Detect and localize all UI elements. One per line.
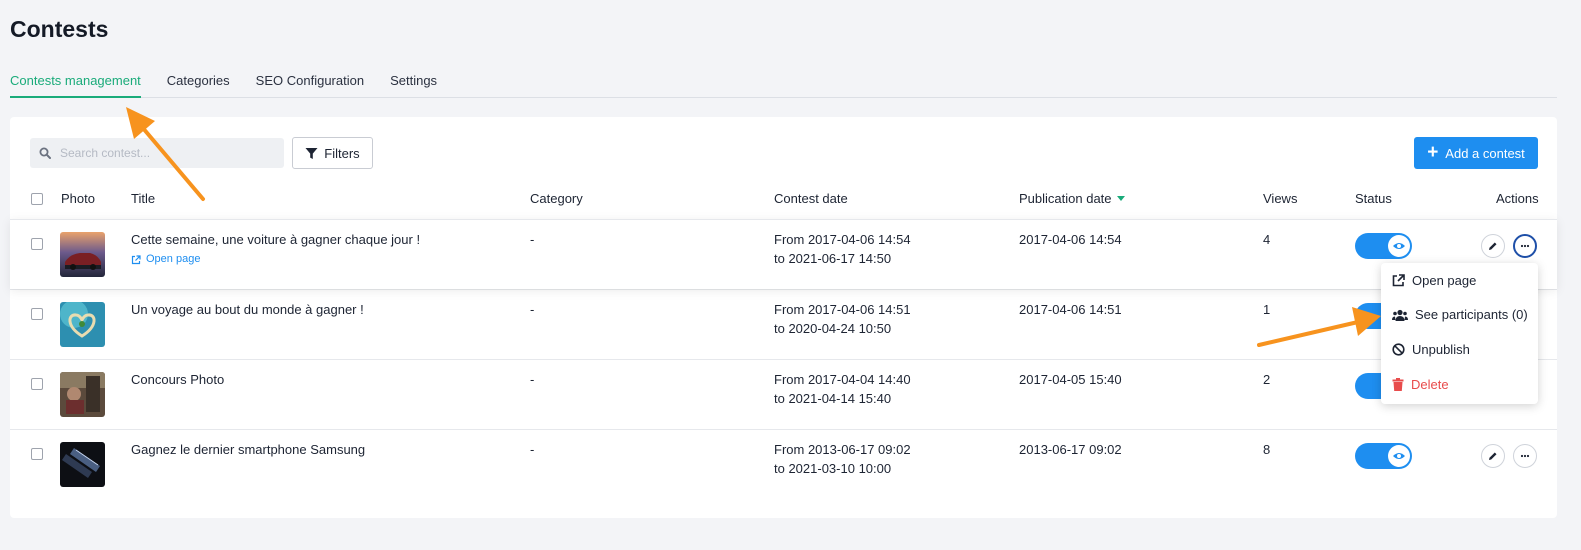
contest-date-to: to 2021-04-14 15:40 xyxy=(774,391,892,406)
select-all-checkbox[interactable] xyxy=(31,193,43,205)
filters-label: Filters xyxy=(324,145,360,161)
contest-title[interactable]: Gagnez le dernier smartphone Samsung xyxy=(131,440,365,459)
publication-date-value: 2013-06-17 09:02 xyxy=(1019,442,1122,457)
more-actions-button[interactable] xyxy=(1513,444,1537,468)
header-category[interactable]: Category xyxy=(530,191,583,206)
menu-item-see-participants[interactable]: See participants (0) xyxy=(1392,307,1528,322)
menu-item-delete[interactable]: Delete xyxy=(1392,377,1449,392)
search-icon xyxy=(39,147,51,159)
tab-seo-configuration[interactable]: SEO Configuration xyxy=(256,64,364,98)
contest-date-to: to 2021-06-17 14:50 xyxy=(774,251,892,266)
actions-dropdown-menu: Open page See participants (0) Unpublish… xyxy=(1381,263,1538,404)
header-publication-date-label: Publication date xyxy=(1019,191,1112,206)
tab-bar: Contests management Categories SEO Confi… xyxy=(10,64,1557,98)
category-value: - xyxy=(530,302,535,317)
header-publication-date[interactable]: Publication date xyxy=(1019,191,1125,206)
publication-date-value: 2017-04-06 14:54 xyxy=(1019,232,1122,247)
edit-button[interactable] xyxy=(1481,444,1505,468)
row-checkbox[interactable] xyxy=(31,238,43,250)
trash-icon xyxy=(1392,378,1404,391)
contest-title[interactable]: Concours Photo xyxy=(131,370,224,389)
table-row: Cette semaine, une voiture à gagner chaq… xyxy=(10,219,1557,289)
filter-icon xyxy=(305,147,318,159)
page-title: Contests xyxy=(10,16,109,42)
contest-date-from: From 2013-06-17 09:02 xyxy=(774,442,911,457)
contest-thumbnail-island xyxy=(60,302,105,347)
contest-thumbnail-smartphone xyxy=(60,442,105,487)
users-icon xyxy=(1392,309,1408,321)
open-page-link[interactable]: Open page xyxy=(131,250,420,269)
tab-settings[interactable]: Settings xyxy=(390,64,437,98)
contest-title[interactable]: Cette semaine, une voiture à gagner chaq… xyxy=(131,230,420,249)
header-title[interactable]: Title xyxy=(131,191,155,206)
views-value: 2 xyxy=(1263,372,1271,387)
filters-button[interactable]: Filters xyxy=(292,137,373,169)
views-value: 8 xyxy=(1263,442,1271,457)
publication-date-value: 2017-04-06 14:51 xyxy=(1019,302,1122,317)
edit-button[interactable] xyxy=(1481,234,1505,258)
plus-icon: + xyxy=(1427,141,1439,163)
eye-icon xyxy=(1393,453,1405,459)
header-contest-date[interactable]: Contest date xyxy=(774,191,848,206)
menu-item-open-page[interactable]: Open page xyxy=(1392,273,1476,288)
external-link-icon xyxy=(131,254,141,264)
row-checkbox[interactable] xyxy=(31,308,43,320)
pencil-icon xyxy=(1489,242,1497,250)
contests-card: Filters + Add a contest Photo Title Cate… xyxy=(10,117,1557,518)
contest-thumbnail-photo xyxy=(60,372,105,417)
contest-date-to: to 2020-04-24 10:50 xyxy=(774,321,892,336)
header-status: Status xyxy=(1355,191,1392,206)
category-value: - xyxy=(530,442,535,457)
contest-date-to: to 2021-03-10 10:00 xyxy=(774,461,892,476)
views-value: 1 xyxy=(1263,302,1271,317)
more-icon xyxy=(1520,244,1530,248)
header-actions: Actions xyxy=(1496,191,1539,206)
add-contest-label: Add a contest xyxy=(1445,145,1525,161)
row-checkbox[interactable] xyxy=(31,448,43,460)
sort-desc-icon xyxy=(1116,196,1125,201)
contest-date-from: From 2017-04-06 14:51 xyxy=(774,302,911,317)
search-box xyxy=(30,138,284,168)
tab-categories[interactable]: Categories xyxy=(167,64,230,98)
table-row: Gagnez le dernier smartphone Samsung - F… xyxy=(10,429,1557,499)
more-icon xyxy=(1520,454,1530,458)
status-toggle[interactable] xyxy=(1355,233,1412,259)
eye-icon xyxy=(1393,243,1405,249)
more-actions-button[interactable] xyxy=(1513,234,1537,258)
header-views[interactable]: Views xyxy=(1263,191,1297,206)
menu-item-label: Unpublish xyxy=(1412,342,1470,357)
menu-item-label: See participants (0) xyxy=(1415,307,1528,322)
pencil-icon xyxy=(1489,452,1497,460)
views-value: 4 xyxy=(1263,232,1271,247)
add-contest-button[interactable]: + Add a contest xyxy=(1414,137,1538,169)
publication-date-value: 2017-04-05 15:40 xyxy=(1019,372,1122,387)
ban-icon xyxy=(1392,343,1405,356)
header-photo: Photo xyxy=(61,191,95,206)
menu-item-label: Open page xyxy=(1412,273,1477,288)
row-checkbox[interactable] xyxy=(31,378,43,390)
tab-contests-management[interactable]: Contests management xyxy=(10,64,141,98)
open-page-label: Open page xyxy=(146,253,201,265)
contest-title[interactable]: Un voyage au bout du monde à gagner ! xyxy=(131,300,364,319)
search-input[interactable] xyxy=(60,138,280,168)
contest-date-from: From 2017-04-04 14:40 xyxy=(774,372,911,387)
table-row: Un voyage au bout du monde à gagner ! - … xyxy=(10,289,1557,359)
contest-thumbnail-car xyxy=(60,232,105,277)
category-value: - xyxy=(530,372,535,387)
table-row: Concours Photo - From 2017-04-04 14:40 t… xyxy=(10,359,1557,429)
category-value: - xyxy=(530,232,535,247)
menu-item-label: Delete xyxy=(1411,377,1449,392)
contest-date-from: From 2017-04-06 14:54 xyxy=(774,232,911,247)
external-link-icon xyxy=(1392,274,1405,287)
status-toggle[interactable] xyxy=(1355,443,1412,469)
menu-item-unpublish[interactable]: Unpublish xyxy=(1392,342,1470,357)
